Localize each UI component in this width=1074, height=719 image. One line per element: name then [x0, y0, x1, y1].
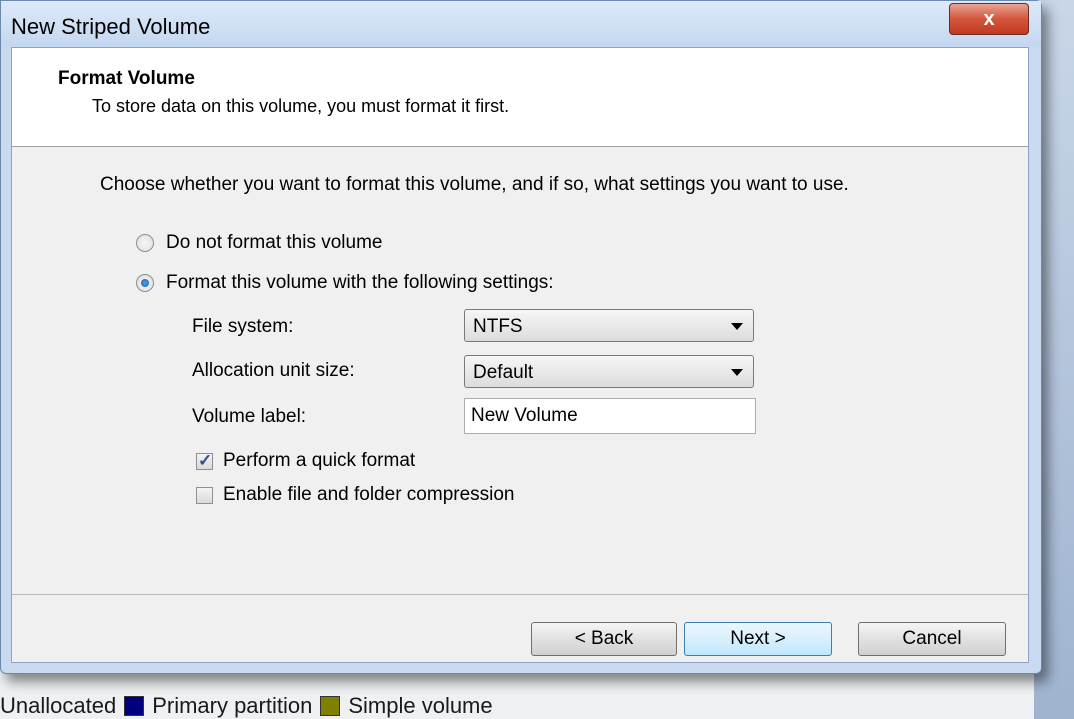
legend-simple-label: Simple volume [348, 692, 493, 718]
file-system-value: NTFS [473, 316, 523, 337]
allocation-unit-value: Default [473, 362, 534, 383]
disk-legend: Unallocated Primary partition Simple vol… [0, 692, 493, 719]
no-format-option[interactable]: Do not format this volume [136, 232, 382, 254]
file-system-dropdown[interactable]: NTFS [464, 309, 754, 342]
title-bar[interactable]: New Striped Volume x [1, 1, 1041, 47]
legend-primary-label: Primary partition [152, 692, 313, 718]
format-option[interactable]: Format this volume with the following se… [136, 272, 554, 294]
back-button[interactable]: < Back [531, 622, 677, 656]
volume-label-label: Volume label: [192, 406, 307, 427]
next-button[interactable]: Next > [684, 622, 832, 656]
no-format-radio[interactable] [136, 234, 154, 252]
compression-label: Enable file and folder compression [223, 484, 515, 505]
close-icon: x [983, 8, 995, 30]
instructions-text: Choose whether you want to format this v… [100, 174, 849, 195]
compression-option[interactable]: Enable file and folder compression [196, 484, 515, 506]
legend-primary-partition: Primary partition [124, 693, 312, 719]
legend-unallocated-label: Unallocated [0, 692, 117, 718]
chevron-down-icon [731, 369, 743, 376]
legend-simple-volume: Simple volume [320, 692, 493, 719]
wizard-header: Format Volume To store data on this volu… [12, 48, 1028, 147]
format-radio[interactable] [136, 274, 154, 292]
volume-label-field[interactable] [464, 398, 756, 434]
quick-format-label: Perform a quick format [223, 450, 416, 471]
primary-partition-swatch [124, 695, 145, 716]
format-label: Format this volume with the following se… [166, 272, 554, 293]
allocation-unit-label: Allocation unit size: [192, 360, 355, 381]
wizard-page: Format Volume To store data on this volu… [11, 47, 1029, 663]
page-title: Format Volume [58, 68, 195, 89]
legend-unallocated: Unallocated [0, 693, 116, 719]
new-striped-volume-dialog: New Striped Volume x Format Volume To st… [0, 0, 1042, 674]
chevron-down-icon [731, 323, 743, 330]
footer-divider [12, 594, 1028, 595]
dialog-title: New Striped Volume [11, 14, 211, 39]
volume-label-input[interactable] [465, 399, 755, 433]
allocation-unit-dropdown[interactable]: Default [464, 355, 754, 388]
file-system-label: File system: [192, 316, 294, 337]
close-button[interactable]: x [949, 3, 1029, 35]
simple-volume-swatch [320, 695, 341, 716]
quick-format-checkbox[interactable] [196, 451, 213, 471]
cancel-button[interactable]: Cancel [858, 622, 1006, 656]
no-format-label: Do not format this volume [166, 232, 383, 253]
compression-checkbox[interactable] [196, 486, 213, 504]
quick-format-option[interactable]: Perform a quick format [196, 450, 415, 472]
page-subtitle: To store data on this volume, you must f… [92, 96, 510, 116]
